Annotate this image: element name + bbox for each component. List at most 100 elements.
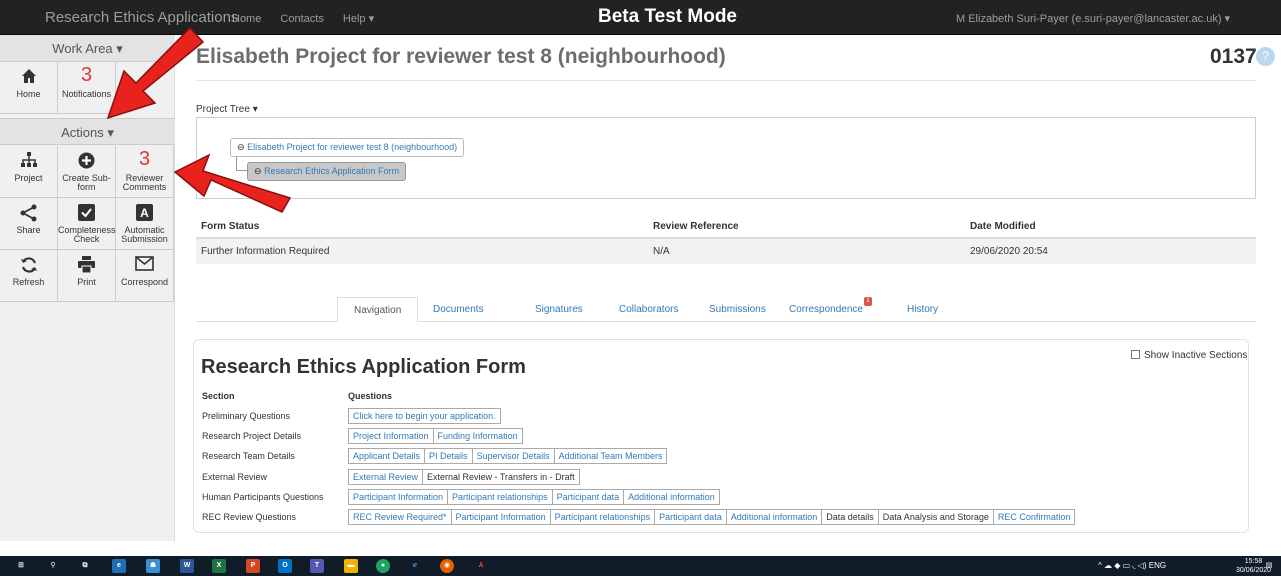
review-reference-value: N/A bbox=[648, 237, 965, 264]
print-tile[interactable]: Print bbox=[58, 250, 116, 302]
question-link[interactable]: Applicant Details bbox=[348, 448, 426, 464]
col-section: Section bbox=[202, 391, 235, 401]
system-tray: ^ ☁ ◆ ▭ ◟ ◁) ENG bbox=[1098, 561, 1166, 570]
question-link[interactable]: Project Information bbox=[348, 428, 434, 444]
refresh-label: Refresh bbox=[12, 277, 45, 287]
form-status-value: Further Information Required bbox=[196, 237, 648, 264]
powerpoint-icon[interactable]: P bbox=[246, 559, 260, 573]
windows-start-icon[interactable]: ⊞ bbox=[14, 559, 28, 573]
actions-header[interactable]: Actions ▾ bbox=[0, 118, 175, 145]
nav-help[interactable]: Help ▾ bbox=[343, 13, 374, 25]
table-row: Further Information Required N/A 29/06/2… bbox=[196, 237, 1256, 264]
share-tile[interactable]: Share bbox=[0, 198, 58, 250]
refresh-tile[interactable]: Refresh bbox=[0, 250, 58, 302]
internet-explorer-icon[interactable]: ℯ bbox=[408, 559, 422, 573]
automatic-submission-tile[interactable]: A Automatic Submission bbox=[116, 198, 174, 250]
chrome-icon[interactable]: ● bbox=[376, 559, 390, 573]
home-tile[interactable]: Home bbox=[0, 62, 58, 114]
question-link[interactable]: Participant relationships bbox=[447, 489, 553, 505]
section-label: External Review bbox=[202, 472, 268, 482]
user-menu[interactable]: M Elizabeth Suri-Payer (e.suri-payer@lan… bbox=[956, 12, 1230, 25]
completeness-check-label: Completeness Check bbox=[58, 225, 116, 244]
firefox-icon[interactable]: ◉ bbox=[440, 559, 454, 573]
project-number: 0137 bbox=[1210, 45, 1257, 68]
tab-correspondence[interactable]: Correspondence1 bbox=[773, 297, 888, 322]
question-link[interactable]: REC Confirmation bbox=[992, 509, 1076, 525]
notification-center-icon[interactable]: ▤ bbox=[1262, 559, 1276, 573]
create-subform-tile[interactable]: Create Sub-form bbox=[58, 146, 116, 198]
project-label: Project bbox=[14, 173, 43, 183]
question-link[interactable]: External Review bbox=[348, 469, 424, 485]
question-link[interactable]: Click here to begin your application. bbox=[348, 408, 501, 424]
sidebar: Work Area ▾ Home 3 Notifications Actions… bbox=[0, 35, 175, 541]
sitemap-icon bbox=[0, 146, 57, 174]
question-link[interactable]: Funding Information bbox=[432, 428, 523, 444]
question-link[interactable]: Additional information bbox=[725, 509, 823, 525]
question-link[interactable]: Participant Information bbox=[450, 509, 551, 525]
automatic-submission-label: Automatic Submission bbox=[121, 225, 168, 244]
question-link[interactable]: Participant Information bbox=[348, 489, 449, 505]
excel-icon[interactable]: X bbox=[212, 559, 226, 573]
question-link[interactable]: Additional information bbox=[623, 489, 720, 505]
share-icon bbox=[0, 198, 57, 226]
section-label: Preliminary Questions bbox=[202, 411, 291, 421]
question-link[interactable]: Participant data bbox=[551, 489, 625, 505]
project-tile[interactable]: Project bbox=[0, 146, 58, 198]
question-link[interactable]: Participant data bbox=[654, 509, 727, 525]
show-inactive-checkbox[interactable] bbox=[1131, 350, 1140, 359]
edge-browser-icon[interactable]: e bbox=[112, 559, 126, 573]
tree-node-form[interactable]: ⊖ Research Ethics Application Form bbox=[247, 162, 407, 181]
table-header-row: Form Status Review Reference Date Modifi… bbox=[196, 216, 1256, 239]
question-group: Click here to begin your application. bbox=[348, 408, 501, 424]
form-title: Research Ethics Application Form bbox=[201, 356, 526, 378]
tray-language[interactable]: ENG bbox=[1149, 561, 1166, 570]
tray-icons[interactable]: ^ ☁ ◆ ▭ ◟ ◁) bbox=[1098, 561, 1147, 570]
question-group: REC Review Required* Participant Informa… bbox=[348, 509, 1076, 525]
word-icon[interactable]: W bbox=[180, 559, 194, 573]
question-link[interactable]: Participant relationships bbox=[549, 509, 656, 525]
question-link[interactable]: Additional Team Members bbox=[553, 448, 668, 464]
search-icon[interactable]: ⚲ bbox=[46, 559, 60, 573]
question-link[interactable]: Supervisor Details bbox=[471, 448, 555, 464]
question-link[interactable]: REC Review Required* bbox=[348, 509, 452, 525]
notifications-tile[interactable]: 3 Notifications bbox=[58, 62, 116, 114]
form-status-table: Form Status Review Reference Date Modifi… bbox=[196, 216, 1256, 264]
acrobat-icon[interactable]: ⅄ bbox=[474, 559, 488, 573]
project-tree-toggle[interactable]: Project Tree ▾ bbox=[196, 104, 258, 115]
tab-submissions[interactable]: Submissions bbox=[693, 297, 782, 322]
people-app-icon[interactable]: ☗ bbox=[146, 559, 160, 573]
notifications-count: 3 bbox=[80, 64, 93, 86]
header-divider bbox=[196, 80, 1256, 81]
tab-history[interactable]: History bbox=[891, 297, 954, 322]
tab-collaborators[interactable]: Collaborators bbox=[603, 297, 694, 322]
tab-navigation[interactable]: Navigation bbox=[337, 297, 419, 322]
windows-taskbar: ⊞ ⚲ ⧉ e ☗ W X P O T ▬ ● ℯ ◉ ⅄ ^ ☁ ◆ ▭ ◟ … bbox=[0, 556, 1281, 576]
show-inactive-label: Show Inactive Sections bbox=[1144, 350, 1248, 361]
question-item: Data Analysis and Storage bbox=[877, 509, 994, 525]
tab-correspondence-label: Correspondence bbox=[789, 304, 863, 315]
correspond-tile[interactable]: Correspond bbox=[116, 250, 174, 302]
outlook-icon[interactable]: O bbox=[278, 559, 292, 573]
app-brand[interactable]: Research Ethics Applications bbox=[45, 9, 238, 26]
teams-icon[interactable]: T bbox=[310, 559, 324, 573]
section-label: Human Participants Questions bbox=[202, 492, 324, 502]
show-inactive-toggle[interactable]: Show Inactive Sections bbox=[1131, 350, 1247, 361]
print-icon bbox=[58, 250, 115, 278]
beta-mode-label: Beta Test Mode bbox=[598, 6, 738, 27]
work-area-header[interactable]: Work Area ▾ bbox=[0, 35, 175, 62]
help-icon[interactable]: ? bbox=[1256, 47, 1275, 66]
col-form-status: Form Status bbox=[196, 216, 648, 239]
completeness-check-tile[interactable]: Completeness Check bbox=[58, 198, 116, 250]
tab-documents[interactable]: Documents bbox=[417, 297, 500, 322]
tab-signatures[interactable]: Signatures bbox=[519, 297, 599, 322]
correspond-label: Correspond bbox=[120, 277, 169, 287]
reviewer-comments-tile[interactable]: 3 Reviewer Comments bbox=[116, 146, 174, 198]
question-link[interactable]: PI Details bbox=[424, 448, 473, 464]
nav-contacts[interactable]: Contacts bbox=[280, 13, 323, 25]
task-view-icon[interactable]: ⧉ bbox=[78, 559, 92, 573]
tree-node-project[interactable]: ⊖ Elisabeth Project for reviewer test 8 … bbox=[230, 138, 465, 157]
question-group: External Review External Review - Transf… bbox=[348, 469, 580, 485]
checkbox-icon bbox=[58, 198, 115, 226]
nav-home[interactable]: Home bbox=[232, 13, 261, 25]
file-explorer-icon[interactable]: ▬ bbox=[344, 559, 358, 573]
